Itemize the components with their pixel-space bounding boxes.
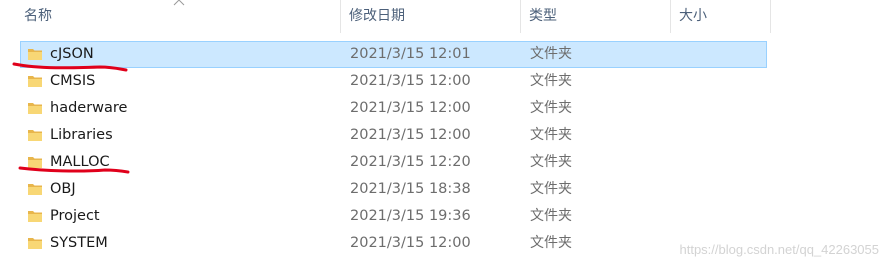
file-type: 文件夹 (530, 154, 572, 170)
file-size (676, 150, 766, 175)
file-size (676, 42, 766, 67)
column-divider[interactable] (770, 0, 771, 33)
column-divider[interactable] (520, 0, 521, 33)
file-name: cJSON (50, 46, 94, 62)
file-name: Libraries (50, 127, 113, 143)
file-date-modified: 2021/3/15 12:00 (350, 100, 471, 116)
file-date-modified: 2021/3/15 12:00 (350, 73, 471, 89)
folder-icon (28, 130, 42, 141)
file-size (676, 69, 766, 94)
file-date-modified: 2021/3/15 12:00 (350, 127, 471, 143)
file-explorer-list: 名称 修改日期 类型 大小 cJSON 2021/3/15 12:01 文件夹 CMS… (0, 0, 887, 263)
file-row[interactable]: haderware 2021/3/15 12:00 文件夹 (20, 95, 767, 122)
file-date-modified: 2021/3/15 19:36 (350, 208, 471, 224)
file-row[interactable]: CMSIS 2021/3/15 12:00 文件夹 (20, 68, 767, 95)
file-name: MALLOC (50, 154, 110, 170)
file-row[interactable]: OBJ 2021/3/15 18:38 文件夹 (20, 176, 767, 203)
folder-icon (28, 103, 42, 114)
file-size (676, 123, 766, 148)
file-row[interactable]: cJSON 2021/3/15 12:01 文件夹 (20, 41, 767, 68)
file-size (676, 177, 766, 202)
folder-icon (28, 49, 42, 60)
file-date-modified: 2021/3/15 12:20 (350, 154, 471, 170)
folder-icon (28, 184, 42, 195)
file-name: haderware (50, 100, 128, 116)
column-header-type[interactable]: 类型 (525, 0, 670, 33)
column-divider[interactable] (670, 0, 671, 33)
folder-icon (28, 157, 42, 168)
file-row[interactable]: Project 2021/3/15 19:36 文件夹 (20, 203, 767, 230)
file-name: CMSIS (50, 73, 96, 89)
file-date-modified: 2021/3/15 18:38 (350, 181, 471, 197)
file-type: 文件夹 (530, 235, 572, 251)
column-header-name[interactable]: 名称 (20, 0, 340, 33)
folder-icon (28, 76, 42, 87)
file-size (676, 204, 766, 229)
file-name: SYSTEM (50, 235, 108, 251)
column-header-bar: 名称 修改日期 类型 大小 (0, 0, 887, 33)
file-name: OBJ (50, 181, 76, 197)
file-type: 文件夹 (530, 181, 572, 197)
file-type: 文件夹 (530, 127, 572, 143)
file-type: 文件夹 (530, 100, 572, 116)
file-row[interactable]: SYSTEM 2021/3/15 12:00 文件夹 (20, 230, 767, 257)
folder-icon (28, 238, 42, 249)
folder-icon (28, 211, 42, 222)
file-type: 文件夹 (530, 73, 572, 89)
file-date-modified: 2021/3/15 12:00 (350, 235, 471, 251)
file-row[interactable]: MALLOC 2021/3/15 12:20 文件夹 (20, 149, 767, 176)
file-type: 文件夹 (530, 46, 572, 62)
column-header-date-modified[interactable]: 修改日期 (345, 0, 520, 33)
column-divider[interactable] (340, 0, 341, 33)
file-name: Project (50, 208, 100, 224)
file-row[interactable]: Libraries 2021/3/15 12:00 文件夹 (20, 122, 767, 149)
file-type: 文件夹 (530, 208, 572, 224)
file-date-modified: 2021/3/15 12:01 (350, 46, 471, 62)
watermark-text: https://blog.csdn.net/qq_42263055 (679, 242, 880, 257)
file-size (676, 96, 766, 121)
column-header-size[interactable]: 大小 (675, 0, 770, 33)
